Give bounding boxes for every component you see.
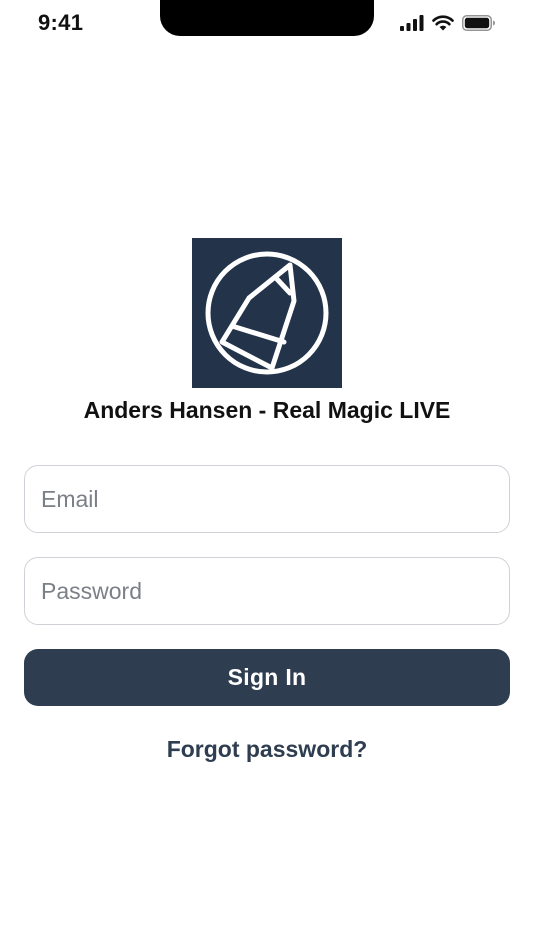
pen-nib-circle-icon: [192, 251, 342, 392]
cellular-signal-icon: [400, 14, 424, 36]
battery-icon: [462, 14, 496, 36]
device-notch: [160, 0, 374, 36]
forgot-password-link[interactable]: Forgot password?: [0, 736, 534, 763]
app-logo: [192, 238, 342, 388]
app-title: Anders Hansen - Real Magic LIVE: [83, 397, 451, 423]
status-icons: [400, 14, 496, 36]
email-field-container: [24, 465, 510, 533]
wifi-icon: [432, 14, 454, 36]
email-field[interactable]: [25, 466, 509, 532]
status-bar: 9:41: [0, 0, 534, 50]
password-field[interactable]: [25, 558, 509, 624]
password-field-container: [24, 557, 510, 625]
status-time: 9:41: [38, 10, 84, 35]
sign-in-button[interactable]: Sign In: [24, 649, 510, 706]
